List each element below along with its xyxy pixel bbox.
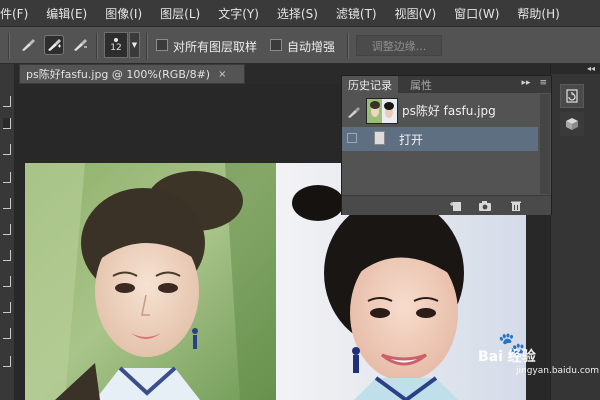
menu-help[interactable]: 帮助(H) [508, 5, 568, 22]
watermark-text: Bai 经验 [478, 349, 536, 365]
auto-enhance-checkbox[interactable] [270, 39, 282, 51]
tool-corner-icon[interactable] [3, 96, 11, 107]
baidu-watermark: 🐾 Bai 经验 jingyan.baidu.com [478, 332, 599, 376]
brush-picker-dropdown[interactable]: ▼ [129, 32, 140, 58]
history-state-row[interactable]: 打开 [342, 127, 538, 151]
tool-corner-icon[interactable] [3, 172, 11, 183]
menu-filter[interactable]: 滤镜(T) [327, 5, 386, 22]
menu-view[interactable]: 视图(V) [386, 5, 446, 22]
history-panel-icon[interactable] [560, 84, 584, 108]
panel-menu-icon[interactable]: ≡ [539, 78, 547, 88]
tool-corner-icon[interactable] [3, 276, 11, 287]
menu-window[interactable]: 窗口(W) [445, 5, 508, 22]
tool-corner-icon[interactable] [3, 144, 11, 155]
sample-all-layers-label: 对所有图层取样 [173, 40, 258, 54]
history-source-checkbox[interactable] [347, 133, 357, 143]
menu-select[interactable]: 选择(S) [268, 5, 327, 22]
collapse-dock-icon[interactable]: ◂◂ [551, 64, 600, 74]
menu-bar: 件(F) 编辑(E) 图像(I) 图层(L) 文字(Y) 选择(S) 滤镜(T)… [0, 0, 600, 26]
separator [347, 33, 349, 59]
refine-edge-button[interactable]: 调整边缘... [356, 35, 442, 56]
document-icon [374, 131, 385, 145]
tab-history[interactable]: 历史记录 [342, 76, 398, 93]
camera-icon[interactable] [477, 199, 493, 212]
menu-file[interactable]: 件(F) [0, 5, 37, 22]
document-tab[interactable]: ps陈好fasfu.jpg @ 100%(RGB/8#) × [19, 64, 245, 84]
collapse-panel-icon[interactable]: ▸▸ [522, 78, 531, 88]
sample-all-layers-checkbox[interactable] [156, 39, 168, 51]
tool-corner-icon[interactable] [3, 224, 11, 235]
menu-type[interactable]: 文字(Y) [209, 5, 268, 22]
tool-corner-icon[interactable] [3, 118, 11, 129]
separator [146, 33, 148, 59]
tool-corner-icon[interactable] [3, 328, 11, 339]
menu-layer[interactable]: 图层(L) [151, 5, 209, 22]
snapshot-name: ps陈好 fasfu.jpg [402, 104, 496, 118]
history-panel: 历史记录 属性 ▸▸ ≡ ps陈好 fasfu.jpg 打开 [341, 75, 552, 215]
options-bar: 12 ▼ 对所有图层取样 自动增强 调整边缘... [0, 26, 600, 64]
history-brush-source-icon[interactable] [347, 103, 361, 122]
tool-corner-icon[interactable] [3, 356, 11, 367]
subtract-from-selection-brush-icon[interactable] [70, 35, 90, 55]
separator [96, 33, 98, 59]
tool-corner-icon[interactable] [3, 302, 11, 313]
history-panel-tabs: 历史记录 属性 ▸▸ ≡ [342, 76, 551, 93]
chevron-down-icon: ▼ [131, 41, 138, 49]
trash-icon[interactable] [508, 199, 524, 212]
tab-properties[interactable]: 属性 [404, 76, 438, 93]
tool-corner-icon[interactable] [3, 198, 11, 209]
brush-tip-icon [114, 38, 118, 42]
auto-enhance-label: 自动增强 [287, 40, 336, 54]
add-to-selection-brush-icon[interactable] [44, 35, 64, 55]
history-state-label: 打开 [399, 133, 424, 147]
document-tab-title: ps陈好fasfu.jpg @ 100%(RGB/8#) [26, 68, 211, 81]
brush-size-value: 12 [110, 43, 122, 53]
menu-image[interactable]: 图像(I) [96, 5, 151, 22]
menu-edit[interactable]: 编辑(E) [37, 5, 96, 22]
new-selection-brush-icon[interactable] [18, 35, 38, 55]
brush-size-preview[interactable]: 12 [104, 32, 128, 58]
separator [8, 33, 10, 59]
tools-panel [0, 64, 14, 400]
watermark-url: jingyan.baidu.com [516, 366, 600, 376]
panel-scrollbar[interactable] [540, 94, 550, 194]
painted-portrait-image [25, 163, 276, 400]
history-panel-footer [342, 195, 551, 215]
properties-panel-icon[interactable] [560, 112, 584, 136]
tool-corner-icon[interactable] [3, 250, 11, 261]
new-document-from-state-icon[interactable] [448, 199, 464, 212]
history-snapshot[interactable]: ps陈好 fasfu.jpg [342, 95, 551, 125]
close-icon[interactable]: × [218, 69, 226, 80]
panel-controls: ▸▸ ≡ [522, 78, 547, 88]
snapshot-thumbnail [366, 98, 398, 124]
